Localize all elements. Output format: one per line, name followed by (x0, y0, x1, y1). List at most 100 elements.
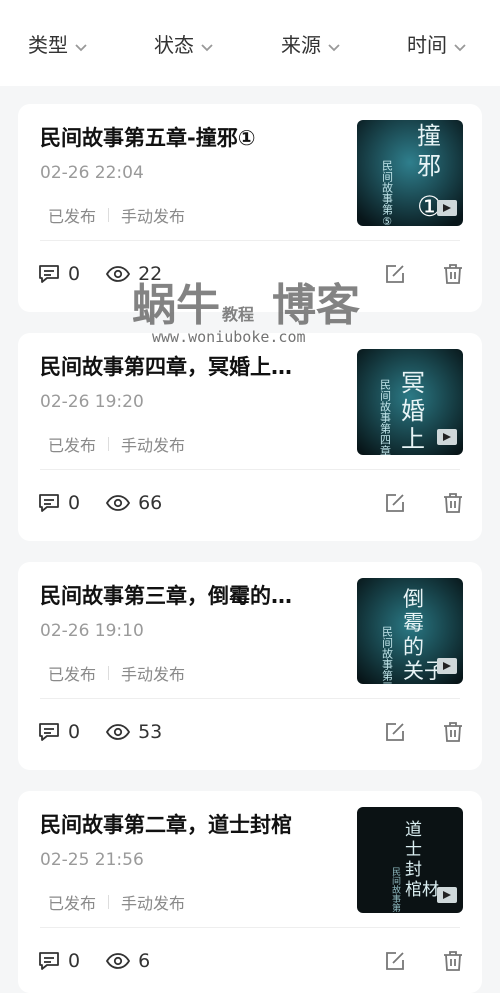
filter-time-label: 时间 (407, 32, 447, 57)
filter-source-label: 来源 (281, 32, 321, 57)
post-time: 02-26 22:04 (40, 163, 144, 183)
thumb-char: 士 (405, 840, 422, 860)
post-time: 02-26 19:10 (40, 621, 144, 641)
chevron-down-icon (200, 36, 214, 52)
eye-icon (106, 952, 131, 970)
post-card[interactable]: 民间故事第四章，冥婚上… 02-26 19:20 已发布 手动发布 冥 婚 上 … (18, 333, 482, 541)
post-tags: 已发布 手动发布 (48, 203, 185, 227)
chevron-down-icon (74, 36, 88, 52)
status-tag: 已发布 (48, 894, 97, 913)
comment-icon (38, 264, 60, 284)
comment-icon (38, 722, 60, 742)
post-actions (384, 943, 464, 979)
post-stats: 0 6 (38, 943, 176, 979)
thumb-char: 上 (401, 425, 425, 453)
divider (40, 927, 460, 928)
divider (40, 469, 460, 470)
post-tags: 已发布 手动发布 (48, 890, 185, 914)
source-tag: 手动发布 (121, 436, 186, 455)
thumb-subtitle: 民间故事第四章 (379, 379, 392, 455)
video-thumbnail[interactable]: 道 士 封 棺材 民间故事第二章 (357, 807, 463, 913)
chevron-down-icon (453, 36, 467, 52)
tag-separator (108, 666, 110, 680)
delete-icon[interactable] (442, 492, 464, 514)
post-title: 民间故事第四章，冥婚上… (40, 355, 292, 379)
thumb-char: 道 (405, 820, 422, 840)
filter-bar: 类型 状态 来源 时间 (0, 0, 500, 86)
post-actions (384, 485, 464, 521)
video-thumbnail[interactable]: 撞 邪 ① 民间故事第⑤章 (357, 120, 463, 226)
tag-separator (108, 208, 110, 222)
comments-count: 0 (68, 950, 81, 972)
thumb-char: 邪 (417, 152, 441, 180)
delete-icon[interactable] (442, 263, 464, 285)
thumb-char: 撞 (417, 122, 441, 150)
delete-icon[interactable] (442, 721, 464, 743)
post-title: 民间故事第三章，倒霉的… (40, 584, 292, 608)
status-tag: 已发布 (48, 436, 97, 455)
video-thumbnail[interactable]: 冥 婚 上 民间故事第四章 (357, 349, 463, 455)
thumb-char: 的 (403, 635, 424, 659)
views-stat: 66 (106, 492, 162, 514)
post-tags: 已发布 手动发布 (48, 661, 185, 685)
views-count: 53 (138, 721, 163, 743)
edit-icon[interactable] (384, 950, 406, 972)
comments-count: 0 (68, 721, 81, 743)
views-count: 6 (138, 950, 151, 972)
filter-time[interactable]: 时间 (407, 28, 467, 58)
thumb-subtitle: 民间故事第三章 (381, 626, 394, 684)
edit-icon[interactable] (384, 721, 406, 743)
comment-icon (38, 493, 60, 513)
views-count: 66 (138, 492, 163, 514)
post-card[interactable]: 民间故事第三章，倒霉的… 02-26 19:10 已发布 手动发布 倒 霉 的 … (18, 562, 482, 770)
video-thumbnail[interactable]: 倒 霉 的 关子 民间故事第三章 (357, 578, 463, 684)
views-count: 22 (138, 263, 163, 285)
status-tag: 已发布 (48, 665, 97, 684)
filter-status[interactable]: 状态 (154, 28, 214, 58)
thumb-char: 冥 (401, 369, 425, 397)
source-tag: 手动发布 (121, 665, 186, 684)
status-tag: 已发布 (48, 207, 97, 226)
comments-stat[interactable]: 0 (38, 492, 80, 514)
comments-count: 0 (68, 492, 81, 514)
post-title: 民间故事第二章，道士封棺 (40, 813, 292, 837)
source-tag: 手动发布 (121, 894, 186, 913)
views-stat: 6 (106, 950, 150, 972)
filter-status-label: 状态 (154, 32, 194, 57)
eye-icon (106, 494, 131, 512)
post-stats: 0 22 (38, 256, 188, 292)
edit-icon[interactable] (384, 492, 406, 514)
divider (40, 240, 460, 241)
filter-source[interactable]: 来源 (281, 28, 341, 58)
post-card[interactable]: 民间故事第二章，道士封棺 02-25 21:56 已发布 手动发布 道 士 封 … (18, 791, 482, 993)
post-tags: 已发布 手动发布 (48, 432, 185, 456)
post-card[interactable]: 民间故事第五章-撞邪① 02-26 22:04 已发布 手动发布 撞 邪 ① 民… (18, 104, 482, 312)
comment-icon (38, 951, 60, 971)
post-actions (384, 714, 464, 750)
filter-type-label: 类型 (28, 32, 68, 57)
eye-icon (106, 723, 131, 741)
comments-count: 0 (68, 263, 81, 285)
eye-icon (106, 265, 131, 283)
thumb-char: 封 (405, 860, 422, 880)
thumb-char: 霉 (403, 611, 424, 635)
post-time: 02-26 19:20 (40, 392, 144, 412)
source-tag: 手动发布 (121, 207, 186, 226)
delete-icon[interactable] (442, 950, 464, 972)
tag-separator (108, 437, 110, 451)
comments-stat[interactable]: 0 (38, 721, 80, 743)
chevron-down-icon (327, 36, 341, 52)
edit-icon[interactable] (384, 263, 406, 285)
post-actions (384, 256, 464, 292)
thumb-char: 倒 (403, 587, 424, 611)
thumb-subtitle: 民间故事第⑤章 (381, 160, 394, 226)
divider (40, 698, 460, 699)
post-stats: 0 66 (38, 485, 188, 521)
thumb-char: 婚 (401, 397, 425, 425)
comments-stat[interactable]: 0 (38, 263, 80, 285)
comments-stat[interactable]: 0 (38, 950, 80, 972)
views-stat: 22 (106, 263, 162, 285)
filter-type[interactable]: 类型 (28, 28, 88, 58)
thumb-char: 棺材 (405, 880, 439, 900)
tag-separator (108, 895, 110, 909)
